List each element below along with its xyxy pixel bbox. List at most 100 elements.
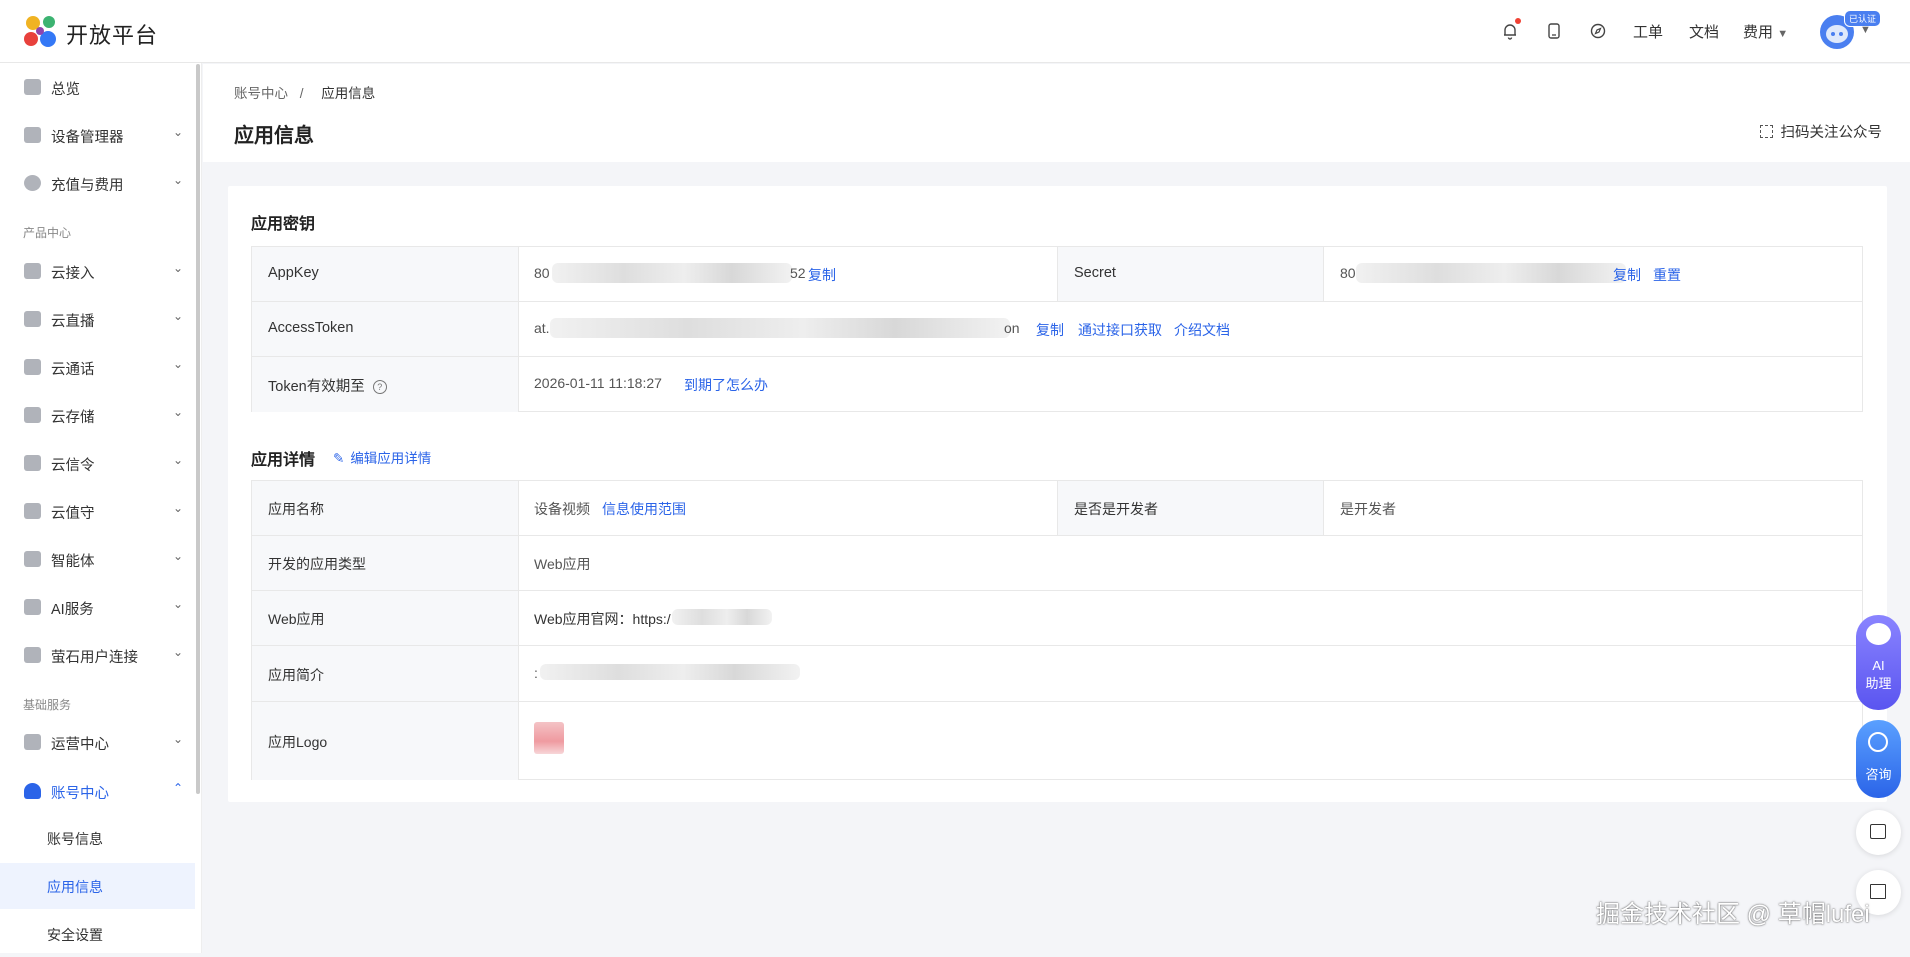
nav-docs[interactable]: 文档 <box>1689 21 1719 42</box>
sidebar-subitem-label: 账号信息 <box>47 831 103 847</box>
scan-label: 扫码关注公众号 <box>1780 125 1883 141</box>
cloud-icon <box>24 311 41 327</box>
brand-logo-icon[interactable] <box>22 14 60 50</box>
chevron-down-icon: ⌄ <box>173 645 184 659</box>
ai-service-icon <box>24 599 41 615</box>
web-app-label: Web应用 <box>268 611 325 627</box>
appkey-copy-link[interactable]: 复制 <box>808 265 836 285</box>
chevron-down-icon: ⌄ <box>173 357 184 371</box>
appkey-masked-value <box>552 263 792 283</box>
sidebar-item-label: 云接入 <box>51 266 95 282</box>
sidebar-scrollbar[interactable] <box>196 64 200 794</box>
sidebar-item-account-center[interactable]: 账号中心 ⌃ <box>0 771 196 811</box>
sidebar-subitem-account-info[interactable]: 账号信息 <box>0 815 195 861</box>
chevron-down-icon: ⌄ <box>173 405 184 419</box>
chevron-down-icon: ▼ <box>1777 28 1789 40</box>
table-row-app-logo: 应用Logo <box>252 702 1862 780</box>
sidebar-item-label: 账号中心 <box>51 786 109 802</box>
edit-details-link[interactable]: ✎ 编辑应用详情 <box>333 447 431 467</box>
sidebar-item-label: 云直播 <box>51 314 95 330</box>
sidebar-item-cloud-signal[interactable]: 云信令 ⌄ <box>0 443 196 483</box>
sidebar-item-agent[interactable]: 智能体 ⌄ <box>0 539 196 579</box>
sidebar-item-overview[interactable]: 总览 <box>0 67 196 107</box>
table-row-appkey: AppKey 80 52 复制 Secret 80 复制 重置 <box>252 247 1862 302</box>
sidebar-item-label: 云值守 <box>51 506 95 522</box>
sidebar-subitem-label: 安全设置 <box>47 927 103 943</box>
sidebar-item-operations[interactable]: 运营中心 ⌄ <box>0 722 196 762</box>
sidebar-item-label: AI服务 <box>51 602 94 618</box>
expire-help-link[interactable]: 到期了怎么办 <box>684 375 768 395</box>
table-row-expire: Token有效期至? 2026-01-11 11:18:27 到期了怎么办 <box>252 357 1862 412</box>
sidebar-subitem-security[interactable]: 安全设置 <box>0 911 195 957</box>
app-intro-label: 应用简介 <box>268 667 324 683</box>
gift-button[interactable] <box>1856 810 1901 855</box>
agent-icon <box>24 551 41 567</box>
breadcrumb: 账号中心 / 应用信息 <box>234 82 375 102</box>
sidebar-subitem-label: 应用信息 <box>47 879 103 895</box>
sidebar-item-cloud-storage[interactable]: 云存储 ⌄ <box>0 395 196 435</box>
sidebar-item-label: 充值与费用 <box>51 178 124 194</box>
pencil-icon: ✎ <box>333 451 345 466</box>
assistant-label: 助理 <box>1865 676 1892 691</box>
secret-masked-value <box>1356 263 1626 283</box>
token-copy-link[interactable]: 复制 <box>1036 320 1064 340</box>
consult-label: 咨询 <box>1865 767 1892 782</box>
breadcrumb-parent[interactable]: 账号中心 <box>234 86 288 101</box>
ai-label: AI <box>1872 658 1885 673</box>
accesstoken-label: AccessToken <box>268 320 354 336</box>
page-header: 账号中心 / 应用信息 应用信息 扫码关注公众号 <box>203 64 1910 162</box>
secret-copy-link[interactable]: 复制 <box>1613 265 1641 285</box>
sidebar-item-cloud-call[interactable]: 云通话 ⌄ <box>0 347 196 387</box>
brand-name[interactable]: 开放平台 <box>66 18 158 50</box>
edit-details-label: 编辑应用详情 <box>350 451 432 466</box>
token-masked-value <box>550 318 1010 338</box>
token-api-link[interactable]: 通过接口获取 <box>1078 320 1162 340</box>
sidebar-item-cloud-access[interactable]: 云接入 ⌄ <box>0 251 196 291</box>
sidebar-item-recharge[interactable]: 充值与费用 ⌄ <box>0 163 196 203</box>
sidebar-item-user-connect[interactable]: 萤石用户连接 ⌄ <box>0 635 196 675</box>
sidebar-item-device-manager[interactable]: 设备管理器 ⌄ <box>0 115 196 155</box>
sidebar-subitem-app-info[interactable]: 应用信息 <box>0 863 195 909</box>
chevron-down-icon: ⌄ <box>173 549 184 563</box>
sidebar-item-label: 设备管理器 <box>51 130 124 146</box>
sidebar-item-label: 智能体 <box>51 554 95 570</box>
coin-icon <box>24 175 41 191</box>
details-section-title: 应用详情 <box>251 452 316 469</box>
house-icon <box>24 503 41 519</box>
notification-dot <box>1515 18 1521 24</box>
nav-group-basic: 基础服务 <box>23 698 72 712</box>
app-name-value: 设备视频 <box>534 501 590 517</box>
help-icon[interactable]: ? <box>372 380 387 394</box>
compass-icon[interactable] <box>1587 20 1609 42</box>
content-card: 应用密钥 AppKey 80 52 复制 Secret 80 复制 重置 Acc… <box>228 186 1887 802</box>
appkey-prefix: 80 <box>534 265 550 281</box>
expire-value: 2026-01-11 11:18:27 <box>534 375 662 391</box>
expire-label: Token有效期至? <box>268 375 387 396</box>
app-type-label: 开发的应用类型 <box>268 556 366 572</box>
nav-tickets[interactable]: 工单 <box>1633 21 1663 42</box>
connect-icon <box>24 647 41 663</box>
token-suffix: on <box>1004 320 1020 336</box>
scope-link[interactable]: 信息使用范围 <box>602 499 686 519</box>
app-logo-label: 应用Logo <box>268 734 328 750</box>
chevron-down-icon: ⌄ <box>173 125 184 139</box>
sidebar-item-label: 总览 <box>51 82 80 98</box>
consult-button[interactable]: 咨询 <box>1856 720 1901 798</box>
nav-billing[interactable]: 费用 ▼ <box>1743 21 1788 42</box>
scan-follow-button[interactable]: 扫码关注公众号 <box>1759 121 1883 142</box>
tablet-icon[interactable] <box>1543 20 1565 42</box>
page-title: 应用信息 <box>234 125 314 147</box>
avatar-chevron-icon[interactable]: ▼ <box>1860 24 1871 36</box>
token-doc-link[interactable]: 介绍文档 <box>1174 320 1230 340</box>
shield-icon <box>24 263 41 279</box>
sidebar-item-cloud-guard[interactable]: 云值守 ⌄ <box>0 491 196 531</box>
chevron-down-icon: ⌄ <box>173 501 184 515</box>
sidebar-item-ai-service[interactable]: AI服务 ⌄ <box>0 587 196 627</box>
ai-assistant-button[interactable]: AI 助理 <box>1856 615 1901 710</box>
secret-reset-link[interactable]: 重置 <box>1653 265 1681 285</box>
secret-prefix: 80 <box>1340 265 1356 281</box>
sidebar-item-cloud-live[interactable]: 云直播 ⌄ <box>0 299 196 339</box>
sidebar-item-label: 云存储 <box>51 410 95 426</box>
app-intro-prefix: : <box>534 665 538 681</box>
app-logo-image <box>534 722 564 754</box>
